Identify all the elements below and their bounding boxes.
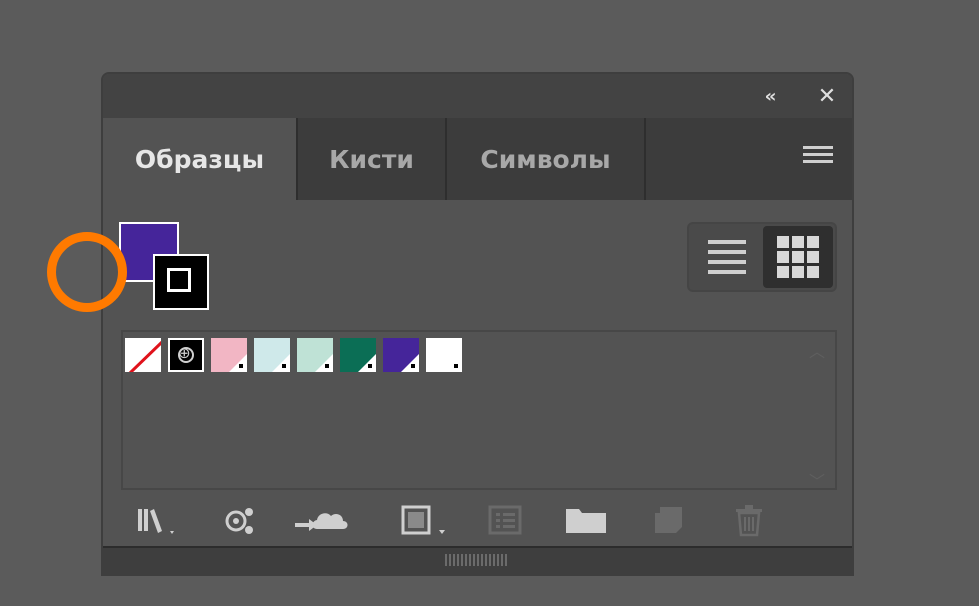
swatch-color[interactable]	[297, 338, 333, 372]
hamburger-menu-icon[interactable]	[803, 146, 833, 170]
swatches-panel: ‹‹ ✕ Образцы Кисти Символы ︿ ﹀	[101, 72, 854, 576]
swatch-options-icon[interactable]	[399, 500, 449, 540]
view-toggle	[687, 222, 837, 292]
panel-resize-bar[interactable]	[103, 546, 852, 574]
process-color-corner-icon	[401, 354, 419, 372]
fill-stroke-widget	[119, 222, 215, 314]
scroll-up-icon[interactable]: ︿	[809, 338, 825, 361]
process-color-corner-icon	[229, 354, 247, 372]
tab-brushes[interactable]: Кисти	[298, 118, 447, 200]
swatch-color[interactable]	[340, 338, 376, 372]
double-chevron-left-icon[interactable]: ‹‹	[757, 84, 781, 108]
stroke-color-box[interactable]	[153, 254, 209, 310]
process-color-corner-icon	[272, 354, 290, 372]
panel-toolbar	[103, 494, 852, 546]
process-color-corner-icon	[358, 354, 376, 372]
show-swatch-kinds-icon[interactable]	[219, 500, 259, 540]
tab-bar: Образцы Кисти Символы	[103, 118, 852, 200]
close-icon[interactable]: ✕	[815, 84, 839, 109]
resize-grip[interactable]	[445, 554, 509, 566]
swatch-color[interactable]	[254, 338, 290, 372]
grid-view-icon[interactable]	[763, 226, 833, 288]
swatch-none[interactable]	[125, 338, 161, 372]
list-view-icon[interactable]	[695, 230, 759, 284]
swatch-color[interactable]	[383, 338, 419, 372]
color-group-icon[interactable]	[485, 500, 525, 540]
add-to-library-icon[interactable]	[291, 500, 355, 540]
new-swatch-icon[interactable]	[651, 500, 687, 540]
trash-icon[interactable]	[731, 500, 767, 540]
panel-titlebar[interactable]: ‹‹ ✕	[103, 74, 852, 118]
swatch-libraries-icon[interactable]	[133, 500, 183, 540]
swatch-color[interactable]	[211, 338, 247, 372]
scroll-down-icon[interactable]: ﹀	[809, 468, 825, 491]
process-color-corner-icon	[315, 354, 333, 372]
process-color-corner-icon	[444, 354, 462, 372]
tab-symbols[interactable]: Символы	[447, 118, 646, 200]
new-group-folder-icon[interactable]	[563, 500, 609, 540]
swatch-grid: ︿ ﹀	[121, 330, 837, 491]
registration-target-icon	[178, 344, 194, 363]
swatch-color[interactable]	[426, 338, 462, 372]
tab-swatches[interactable]: Образцы	[103, 118, 298, 200]
swatch-registration[interactable]	[168, 338, 204, 372]
